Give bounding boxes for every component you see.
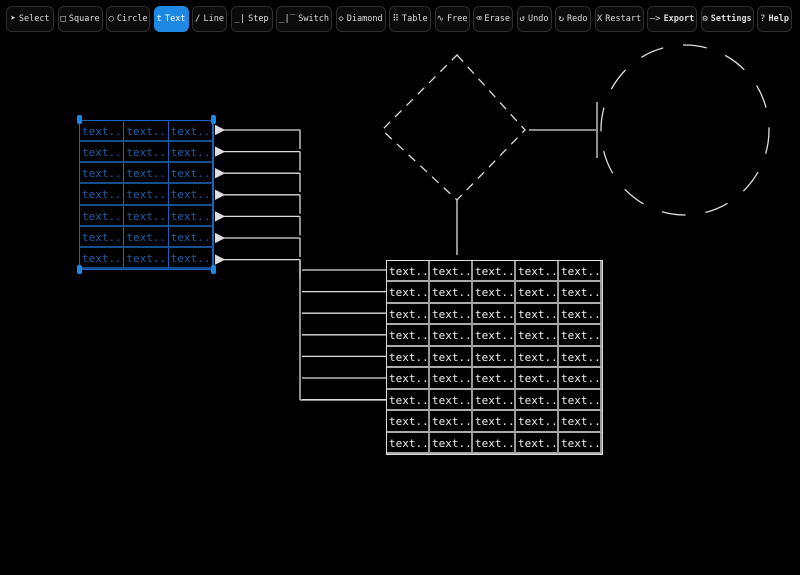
table-cell[interactable]: text...: [516, 432, 559, 454]
table-cell[interactable]: text...: [387, 389, 430, 412]
resize-handle-top-right[interactable]: [211, 115, 216, 124]
table-cell[interactable]: text...: [430, 325, 473, 347]
resize-handle-top-left[interactable]: [77, 115, 82, 124]
table-cell[interactable]: text...: [387, 432, 430, 454]
table-cell[interactable]: text...: [559, 261, 602, 283]
table-cell[interactable]: text...: [559, 389, 602, 412]
table-cell[interactable]: text...: [430, 368, 473, 390]
table-cell[interactable]: text...: [473, 261, 516, 283]
table-cell[interactable]: text...: [516, 389, 559, 412]
table-cell[interactable]: text...: [387, 325, 430, 347]
table-cell[interactable]: text...: [387, 282, 430, 304]
table-cell[interactable]: text...: [168, 205, 213, 227]
table-cell[interactable]: text...: [430, 346, 473, 369]
table-cell[interactable]: text...: [559, 432, 602, 454]
table-cell[interactable]: text...: [387, 303, 430, 326]
table-cell[interactable]: text...: [473, 411, 516, 433]
table-cell[interactable]: text...: [559, 303, 602, 326]
table-cell[interactable]: text...: [430, 261, 473, 283]
table-cell[interactable]: text...: [80, 205, 125, 227]
table-cell[interactable]: text...: [473, 346, 516, 369]
table-cell[interactable]: text...: [430, 389, 473, 412]
table-cell[interactable]: text...: [80, 184, 125, 206]
table-cell[interactable]: text...: [473, 368, 516, 390]
table-cell[interactable]: text...: [168, 163, 213, 185]
table-cell[interactable]: text...: [124, 142, 169, 164]
circle-shape[interactable]: [600, 44, 770, 216]
table-cell[interactable]: text...: [473, 389, 516, 412]
table-cell[interactable]: text...: [80, 121, 125, 143]
table-cell[interactable]: text...: [473, 432, 516, 454]
table-cell[interactable]: text...: [559, 282, 602, 304]
table-cell[interactable]: text...: [559, 411, 602, 433]
table-cell[interactable]: text...: [559, 346, 602, 369]
table-cell[interactable]: text...: [473, 303, 516, 326]
table-cell[interactable]: text...: [80, 247, 125, 269]
table-cell[interactable]: text...: [80, 142, 125, 164]
table-cell[interactable]: text...: [430, 282, 473, 304]
table-cell[interactable]: text...: [430, 432, 473, 454]
table-cell[interactable]: text...: [124, 247, 169, 269]
table-cell[interactable]: text...: [387, 346, 430, 369]
table-cell[interactable]: text...: [124, 226, 169, 248]
table-cell[interactable]: text...: [516, 368, 559, 390]
table-cell[interactable]: text...: [516, 346, 559, 369]
table-cell[interactable]: text...: [559, 368, 602, 390]
table-cell[interactable]: text...: [168, 142, 213, 164]
resize-handle-bottom-left[interactable]: [77, 265, 82, 274]
table-cell[interactable]: text...: [124, 184, 169, 206]
table-cell[interactable]: text...: [430, 411, 473, 433]
table-cell[interactable]: text...: [387, 261, 430, 283]
table-cell[interactable]: text...: [387, 411, 430, 433]
table-cell[interactable]: text...: [516, 303, 559, 326]
resize-handle-bottom-right[interactable]: [211, 265, 216, 274]
table-cell[interactable]: text...: [168, 121, 213, 143]
table-cell[interactable]: text...: [168, 247, 213, 269]
table-cell[interactable]: text...: [516, 261, 559, 283]
table-cell[interactable]: text...: [124, 121, 169, 143]
table-cell[interactable]: text...: [168, 226, 213, 248]
table-cell[interactable]: text...: [124, 205, 169, 227]
table-cell[interactable]: text...: [473, 282, 516, 304]
diamond-shape[interactable]: [381, 54, 526, 201]
table-cell[interactable]: text...: [168, 184, 213, 206]
table-cell[interactable]: text...: [80, 226, 125, 248]
table-cell[interactable]: text...: [516, 282, 559, 304]
table-cell[interactable]: text...: [387, 368, 430, 390]
selected-table[interactable]: text... text... text... text... text... text.…: [79, 120, 214, 270]
table-cell[interactable]: text...: [80, 163, 125, 185]
table-cell[interactable]: text...: [516, 411, 559, 433]
table-cell[interactable]: text...: [559, 325, 602, 347]
table-cell[interactable]: text...: [124, 163, 169, 185]
table[interactable]: text...text...text...text...text...text.…: [386, 260, 603, 455]
table-cell[interactable]: text...: [430, 303, 473, 326]
table-cell[interactable]: text...: [516, 325, 559, 347]
table-cell[interactable]: text...: [473, 325, 516, 347]
